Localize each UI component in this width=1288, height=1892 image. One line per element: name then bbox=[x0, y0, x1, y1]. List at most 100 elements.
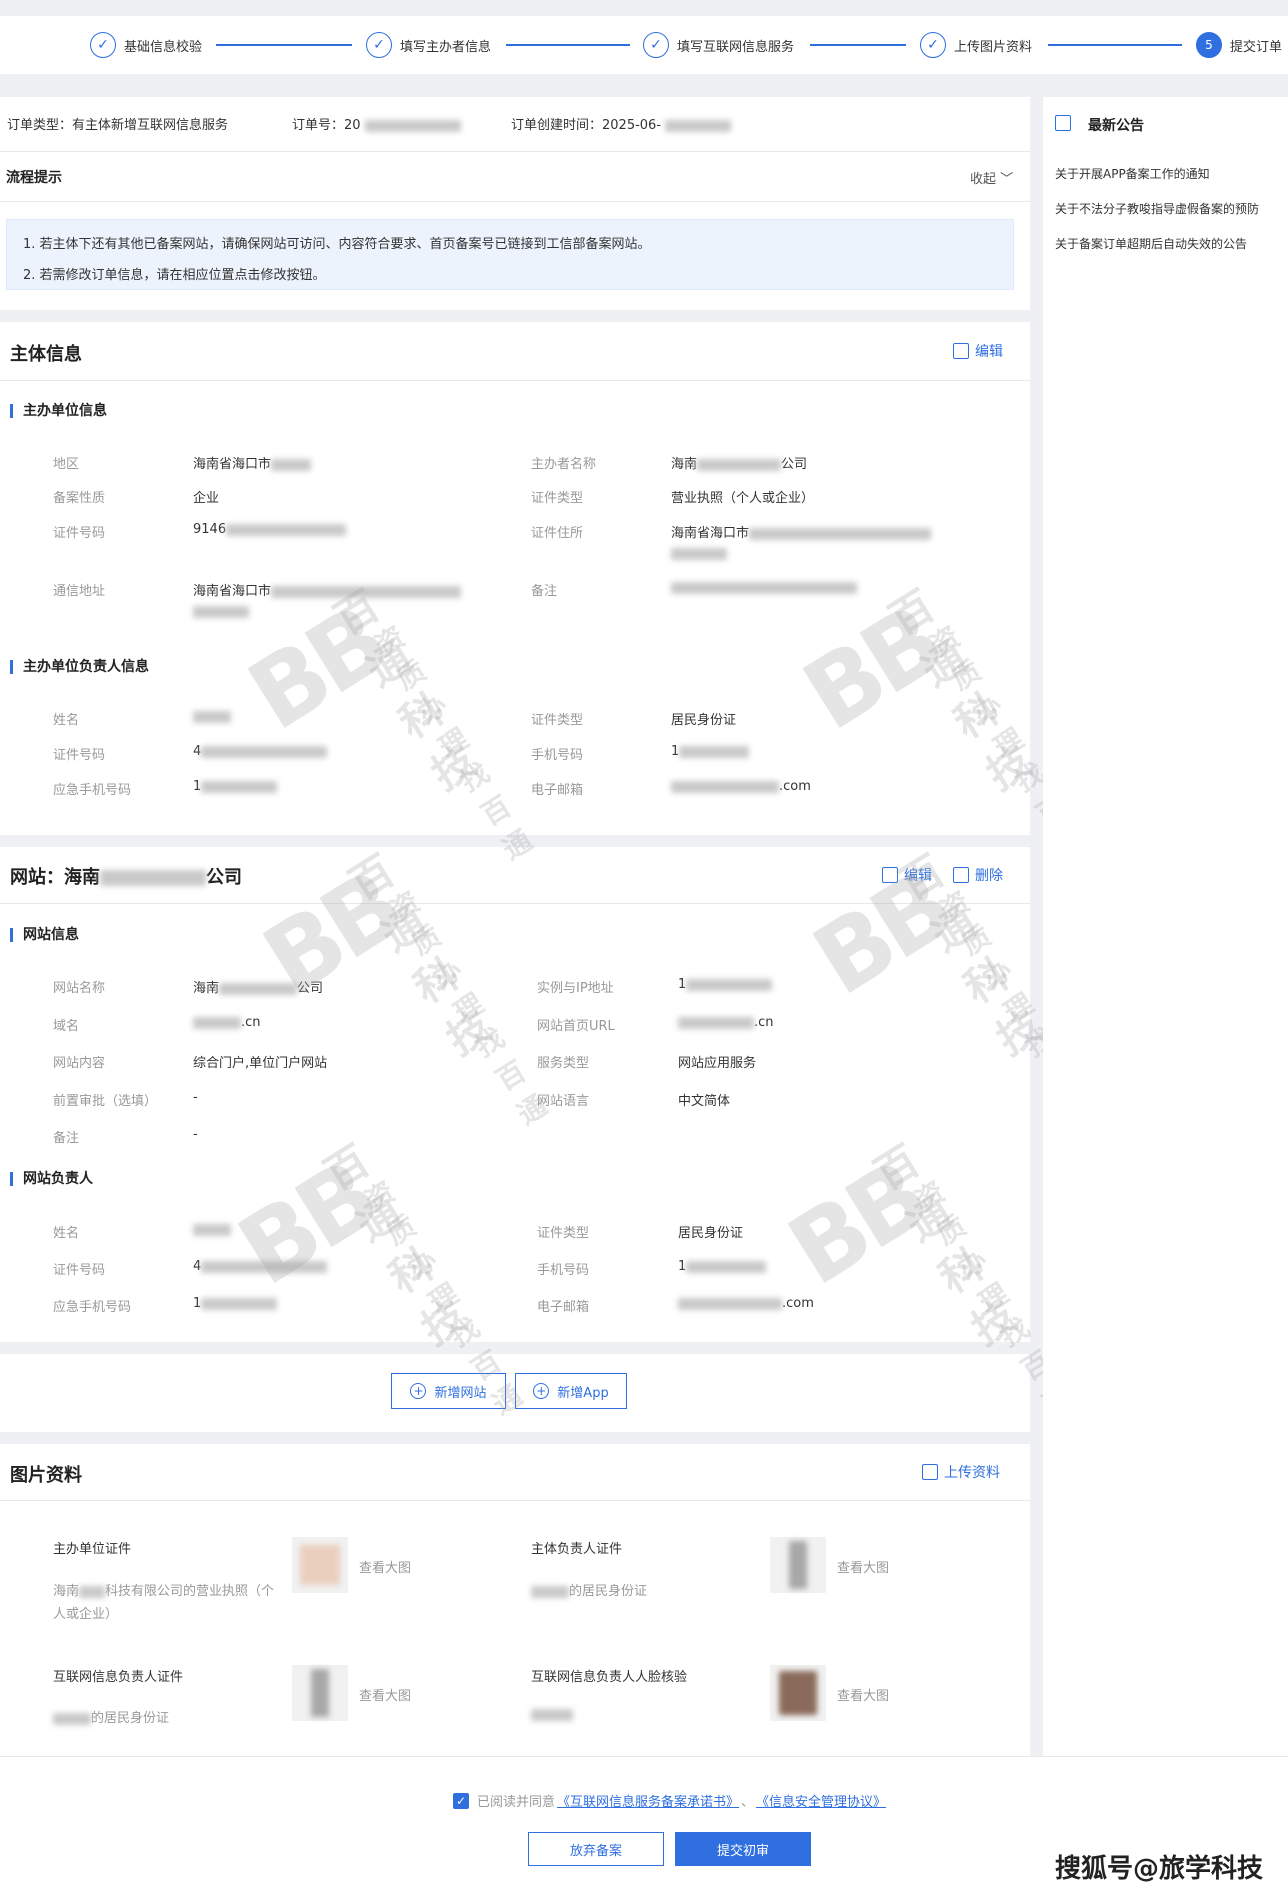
step-number: 5 bbox=[1196, 32, 1222, 58]
submit-review-button[interactable]: 提交初审 bbox=[675, 1832, 811, 1866]
order-main-panel: 订单类型：有主体新增互联网信息服务 订单号：20 订单创建时间：2025-06-… bbox=[0, 97, 1103, 1756]
order-number: 订单号：20 bbox=[292, 114, 461, 133]
image-item-title: 主体负责人证件 bbox=[531, 1542, 623, 1557]
check-icon: ✓ bbox=[366, 32, 392, 58]
security-agreement-link[interactable]: 《信息安全管理协议》 bbox=[756, 1791, 886, 1810]
website-delete-button[interactable]: 删除 bbox=[953, 865, 1003, 885]
abandon-filing-button[interactable]: 放弃备案 bbox=[528, 1832, 664, 1866]
view-large-link[interactable]: 查看大图 bbox=[359, 1685, 411, 1704]
org-name-value: 海南 公司 bbox=[671, 457, 808, 472]
edit-icon bbox=[882, 867, 898, 883]
subject-edit-button[interactable]: 编辑 bbox=[953, 341, 1003, 361]
image-item-desc bbox=[531, 1707, 573, 1722]
field-label: 证件号码 bbox=[53, 526, 106, 541]
mail-address-value: 海南省海口市 bbox=[193, 580, 462, 599]
field-label: 应急手机号码 bbox=[53, 783, 132, 798]
mail-address-value-line2 bbox=[193, 604, 249, 619]
step-label: 填写主办者信息 bbox=[400, 39, 492, 55]
add-website-button[interactable]: + 新增网站 bbox=[391, 1373, 506, 1409]
view-large-link[interactable]: 查看大图 bbox=[837, 1557, 889, 1576]
upload-icon bbox=[922, 1464, 938, 1480]
announcement-link[interactable]: 关于开展APP备案工作的通知 bbox=[1055, 165, 1210, 182]
announcement-link[interactable]: 关于不法分子教唆指导虚假备案的预防 bbox=[1055, 200, 1288, 217]
website-edit-button[interactable]: 编辑 bbox=[882, 865, 932, 885]
images-title: 图片资料 bbox=[10, 1465, 82, 1486]
watermark: BB 百通科技 资质办理找百通 bbox=[220, 1135, 528, 1422]
website-owner-title: 网站负责人 bbox=[10, 1172, 93, 1186]
process-tips-box: 1. 若主体下还有其他已备案网站，请确保网站可访问、内容符合要求、首页备案号已链… bbox=[6, 219, 1014, 290]
field-label: 证件类型 bbox=[531, 491, 584, 506]
field-label: 服务类型 bbox=[537, 1056, 590, 1071]
owner-emergency-value: 1 bbox=[193, 1296, 278, 1311]
add-app-button[interactable]: + 新增App bbox=[515, 1373, 627, 1409]
cert-address-value: 海南省海口市 bbox=[671, 522, 932, 541]
commitment-letter-link[interactable]: 《互联网信息服务备案承诺书》 bbox=[557, 1791, 739, 1810]
field-label: 手机号码 bbox=[537, 1263, 590, 1278]
id-card-thumbnail[interactable] bbox=[292, 1665, 348, 1721]
announcement-link[interactable]: 关于备案订单超期后自动失效的公告 bbox=[1055, 235, 1247, 252]
separator: 、 bbox=[741, 1795, 755, 1810]
step-1: ✓ 基础信息校验 bbox=[90, 30, 202, 60]
watermark: BB 百通科技 资质办理找百通 bbox=[230, 580, 538, 867]
field-label: 证件住所 bbox=[531, 526, 584, 541]
step-2: ✓ 填写主办者信息 bbox=[366, 30, 491, 60]
image-item-title: 互联网信息负责人证件 bbox=[53, 1670, 184, 1685]
tip-1: 1. 若主体下还有其他已备案网站，请确保网站可访问、内容符合要求、首页备案号已链… bbox=[23, 237, 651, 252]
check-icon: ✓ bbox=[90, 32, 116, 58]
order-type: 订单类型：有主体新增互联网信息服务 bbox=[7, 118, 229, 133]
image-item-desc: 海南 科技有限公司的营业执照（个 bbox=[53, 1584, 275, 1599]
edit-icon bbox=[953, 343, 969, 359]
watermark: BB 百通科技 资质办理找百通 bbox=[785, 580, 1093, 867]
service-type-value: 网站应用服务 bbox=[678, 1056, 757, 1071]
order-created-time: 订单创建时间：2025-06- bbox=[511, 114, 732, 133]
website-info-title: 网站信息 bbox=[10, 928, 79, 942]
source-credit: 搜狐号@旅学科技 bbox=[1055, 1854, 1264, 1884]
step-4: ✓ 上传图片资料 bbox=[920, 30, 1032, 60]
person-info-title: 主办单位负责人信息 bbox=[10, 660, 149, 674]
field-label: 前置审批（选填） bbox=[53, 1094, 158, 1109]
person-phone-value: 1 bbox=[671, 744, 750, 759]
agreement-row: ✓ 已阅读并同意 《互联网信息服务备案承诺书》 、 《信息安全管理协议》 bbox=[453, 1791, 886, 1810]
id-card-thumbnail[interactable] bbox=[770, 1537, 826, 1593]
collapse-toggle[interactable]: 收起 ﹀ bbox=[970, 168, 1013, 187]
field-label: 电子邮箱 bbox=[537, 1300, 590, 1315]
site-name-value: 海南 公司 bbox=[193, 981, 324, 996]
person-email-value: .com bbox=[671, 779, 811, 794]
org-info-title: 主办单位信息 bbox=[10, 404, 107, 418]
face-verify-thumbnail[interactable] bbox=[770, 1665, 826, 1721]
site-domain-value: .cn bbox=[193, 1015, 261, 1030]
pre-approval-value: - bbox=[193, 1090, 198, 1105]
chevron-down-icon: ﹀ bbox=[1000, 172, 1014, 187]
region-value: 海南省海口市 bbox=[193, 453, 312, 472]
field-label: 网站内容 bbox=[53, 1056, 106, 1071]
field-label: 网站名称 bbox=[53, 981, 106, 996]
agree-checkbox[interactable]: ✓ bbox=[453, 1792, 469, 1809]
field-label: 备注 bbox=[531, 584, 558, 599]
remark-value bbox=[671, 580, 857, 595]
calendar-icon bbox=[1055, 115, 1071, 131]
license-thumbnail[interactable] bbox=[292, 1537, 348, 1593]
field-label: 电子邮箱 bbox=[531, 783, 584, 798]
field-label: 证件类型 bbox=[531, 713, 584, 728]
site-ip-value: 1 bbox=[678, 977, 773, 992]
check-icon: ✓ bbox=[643, 32, 669, 58]
upload-button[interactable]: 上传资料 bbox=[922, 1462, 1000, 1482]
plus-circle-icon: + bbox=[410, 1383, 427, 1399]
step-connector bbox=[506, 44, 630, 46]
owner-phone-value: 1 bbox=[678, 1259, 767, 1274]
view-large-link[interactable]: 查看大图 bbox=[837, 1685, 889, 1704]
field-label: 通信地址 bbox=[53, 584, 106, 599]
field-label: 备注 bbox=[53, 1131, 80, 1146]
field-label: 实例与IP地址 bbox=[537, 981, 614, 996]
person-name-value bbox=[193, 709, 231, 724]
site-content-value: 综合门户,单位门户网站 bbox=[193, 1056, 328, 1071]
image-item-title: 互联网信息负责人人脸核验 bbox=[531, 1670, 688, 1685]
view-large-link[interactable]: 查看大图 bbox=[359, 1557, 411, 1576]
owner-email-value: .com bbox=[678, 1296, 814, 1311]
step-connector bbox=[1048, 44, 1182, 46]
agree-text: 已阅读并同意 bbox=[477, 1795, 556, 1810]
step-label: 填写互联网信息服务 bbox=[677, 39, 795, 55]
owner-cert-number-value: 4 bbox=[193, 1259, 328, 1274]
field-label: 姓名 bbox=[53, 713, 80, 728]
field-label: 应急手机号码 bbox=[53, 1300, 132, 1315]
